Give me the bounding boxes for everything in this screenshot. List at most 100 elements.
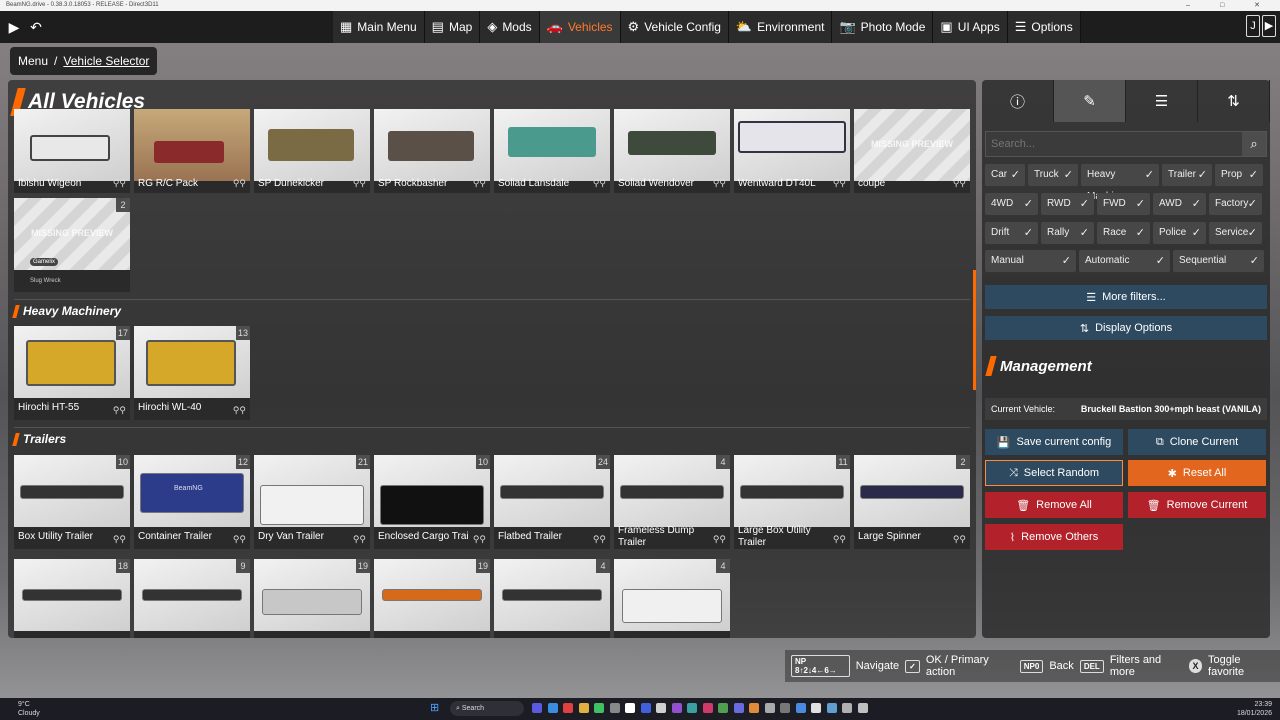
- vehicle-card[interactable]: 2 Large Spinner ⚲⚲: [854, 455, 970, 549]
- vehicle-card[interactable]: 13 Hirochi WL-40 ⚲⚲: [134, 326, 250, 420]
- taskbar-app-icon[interactable]: [795, 703, 806, 713]
- vehicle-card[interactable]: RG R/C Pack ⚲⚲: [134, 109, 250, 193]
- vehicle-card[interactable]: 18: [14, 559, 130, 638]
- taskbar-app-icon[interactable]: [749, 703, 759, 713]
- more-filters-button[interactable]: ☰ More filters...: [985, 285, 1267, 309]
- filter-chip-trailer[interactable]: Trailer ✓: [1162, 164, 1212, 186]
- filter-chip-service[interactable]: Service ✓: [1209, 222, 1262, 244]
- reset-all-button[interactable]: ✱ Reset All: [1128, 460, 1266, 486]
- display-options-button[interactable]: ⇅ Display Options: [985, 316, 1267, 340]
- vehicle-card[interactable]: MISSING PREVIEW 2 Gamelix Slug Wreck: [14, 198, 130, 292]
- filter-chip-truck[interactable]: Truck ✓: [1028, 164, 1078, 186]
- vehicle-card[interactable]: 12 Container Trailer ⚲⚲ BeamNG: [134, 455, 250, 549]
- taskbar-app-icon[interactable]: [609, 703, 620, 713]
- tab-main-menu[interactable]: ▦ Main Menu: [333, 11, 425, 43]
- tab-environment[interactable]: ⛅ Environment: [728, 11, 833, 43]
- filter-chip-heavy-machinery[interactable]: Heavy Machinery✓: [1081, 164, 1159, 202]
- taskbar-app-icon[interactable]: [764, 703, 775, 713]
- vehicle-card[interactable]: 10 Box Utility Trailer ⚲⚲: [14, 455, 130, 549]
- taskbar-app-icon[interactable]: [640, 703, 651, 713]
- taskbar-app-icon[interactable]: [687, 703, 697, 713]
- vehicle-card[interactable]: 9: [134, 559, 250, 638]
- tab-vehicle-config[interactable]: ⚙ Vehicle Config: [620, 11, 729, 43]
- remove-all-button[interactable]: 🗑 Remove All: [985, 492, 1123, 518]
- vehicle-card[interactable]: Wentward DT40L ⚲⚲: [734, 109, 850, 193]
- author-tag[interactable]: Slug Wreck: [30, 278, 61, 284]
- scrollbar[interactable]: [973, 270, 976, 390]
- filter-chip-car[interactable]: Car ✓: [985, 164, 1025, 186]
- search-icon[interactable]: ⌕: [1242, 132, 1266, 156]
- vehicle-card[interactable]: 17 Hirochi HT-55 ⚲⚲: [14, 326, 130, 420]
- taskbar-app-icon[interactable]: [702, 703, 713, 713]
- vehicle-card[interactable]: 19: [254, 559, 370, 638]
- clone-current-button[interactable]: ⧉ Clone Current: [1128, 429, 1266, 455]
- info-tab-icon[interactable]: ⓘ: [982, 80, 1054, 122]
- taskbar-app-icon[interactable]: [857, 703, 868, 713]
- window-controls[interactable]: – □ ✕: [1186, 0, 1274, 11]
- taskbar-app-icon[interactable]: [578, 703, 589, 713]
- taskbar-search[interactable]: ⌕ Search: [450, 701, 524, 716]
- vehicle-card[interactable]: MISSING PREVIEW coupe ⚲⚲: [854, 109, 970, 193]
- vehicle-card[interactable]: 24 Flatbed Trailer ⚲⚲: [494, 455, 610, 549]
- select-random-button[interactable]: ⤨ Select Random: [985, 460, 1123, 486]
- vehicle-card[interactable]: 4: [494, 559, 610, 638]
- filter-chip-prop[interactable]: Prop ✓: [1215, 164, 1263, 186]
- taskbar-app-icon[interactable]: [780, 703, 790, 713]
- tab-map[interactable]: ▤ Map: [424, 11, 481, 43]
- tab-photo-mode[interactable]: 📷 Photo Mode: [832, 11, 934, 43]
- taskbar-app-icon[interactable]: [671, 703, 682, 713]
- keyboard-toggle-icon[interactable]: J: [1246, 15, 1260, 37]
- filter-chip-awd[interactable]: AWD ✓: [1153, 193, 1206, 215]
- filter-chip-factory[interactable]: Factory ✓: [1209, 193, 1262, 215]
- filter-chip-sequential[interactable]: Sequential ✓: [1173, 250, 1264, 272]
- start-button-icon[interactable]: ⊞: [430, 702, 442, 714]
- filter-tab-icon[interactable]: ☰: [1126, 80, 1198, 122]
- filter-chip-race[interactable]: Race ✓: [1097, 222, 1150, 244]
- vehicle-card[interactable]: 19: [374, 559, 490, 638]
- tuning-tab-icon[interactable]: ✎: [1054, 80, 1126, 122]
- taskbar-app-icon[interactable]: [733, 703, 744, 713]
- weather-widget[interactable]: 9°C Cloudy: [18, 700, 40, 718]
- taskbar-app-icon[interactable]: [547, 703, 558, 713]
- vehicle-card[interactable]: 11 Large Box Utility Trailer ⚲⚲: [734, 455, 850, 549]
- vehicle-card[interactable]: Ibishu Wigeon ⚲⚲: [14, 109, 130, 193]
- vehicle-card[interactable]: 4: [614, 559, 730, 638]
- filter-chip-rwd[interactable]: RWD ✓: [1041, 193, 1094, 215]
- vehicle-card[interactable]: 21 Dry Van Trailer ⚲⚲: [254, 455, 370, 549]
- remove-current-button[interactable]: 🗑 Remove Current: [1128, 492, 1266, 518]
- taskbar-app-icon[interactable]: [656, 703, 666, 713]
- remove-others-button[interactable]: ⌇ Remove Others: [985, 524, 1123, 550]
- vehicle-card[interactable]: Soliad Wendover ⚲⚲: [614, 109, 730, 193]
- taskbar-app-icon[interactable]: [563, 703, 573, 713]
- filter-chip-drift[interactable]: Drift ✓: [985, 222, 1038, 244]
- tab-mods[interactable]: ◈ Mods: [480, 11, 540, 43]
- vehicle-card[interactable]: SP Dunekicker ⚲⚲: [254, 109, 370, 193]
- taskbar-app-icon[interactable]: [842, 703, 852, 713]
- vehicle-card[interactable]: SP Rockbasher ⚲⚲: [374, 109, 490, 193]
- author-tag[interactable]: Gamelix: [30, 258, 59, 266]
- taskbar-app-icon[interactable]: [625, 703, 635, 713]
- vehicle-card[interactable]: Soliad Lansdale ⚲⚲: [494, 109, 610, 193]
- filter-chip-manual[interactable]: Manual ✓: [985, 250, 1076, 272]
- filter-chip-4wd[interactable]: 4WD ✓: [985, 193, 1038, 215]
- taskbar-app-icon[interactable]: [718, 703, 728, 713]
- undo-back-icon[interactable]: ↶: [26, 16, 46, 38]
- search-input[interactable]: [986, 132, 1242, 156]
- taskbar-app-icon[interactable]: [826, 703, 837, 713]
- vehicle-card[interactable]: 10 Enclosed Cargo Trailer ⚲⚲: [374, 455, 490, 549]
- breadcrumb-current[interactable]: Vehicle Selector: [63, 54, 149, 68]
- sliders-tab-icon[interactable]: ⇅: [1198, 80, 1270, 122]
- taskbar-app-icon[interactable]: [811, 703, 821, 713]
- filter-chip-automatic[interactable]: Automatic ✓: [1079, 250, 1170, 272]
- breadcrumb-menu[interactable]: Menu: [18, 54, 48, 68]
- taskbar-app-icon[interactable]: [594, 703, 604, 713]
- save-config-button[interactable]: 💾 Save current config: [985, 429, 1123, 455]
- tab-ui-apps[interactable]: ▣ UI Apps: [933, 11, 1008, 43]
- filter-chip-police[interactable]: Police ✓: [1153, 222, 1206, 244]
- vehicle-card[interactable]: 4 Frameless Dump Trailer ⚲⚲: [614, 455, 730, 549]
- filter-chip-fwd[interactable]: FWD ✓: [1097, 193, 1150, 215]
- play-icon[interactable]: ▶: [4, 16, 24, 38]
- filter-chip-rally[interactable]: Rally ✓: [1041, 222, 1094, 244]
- taskbar-app-icon[interactable]: [532, 703, 542, 713]
- forward-icon[interactable]: ▶: [1262, 15, 1276, 37]
